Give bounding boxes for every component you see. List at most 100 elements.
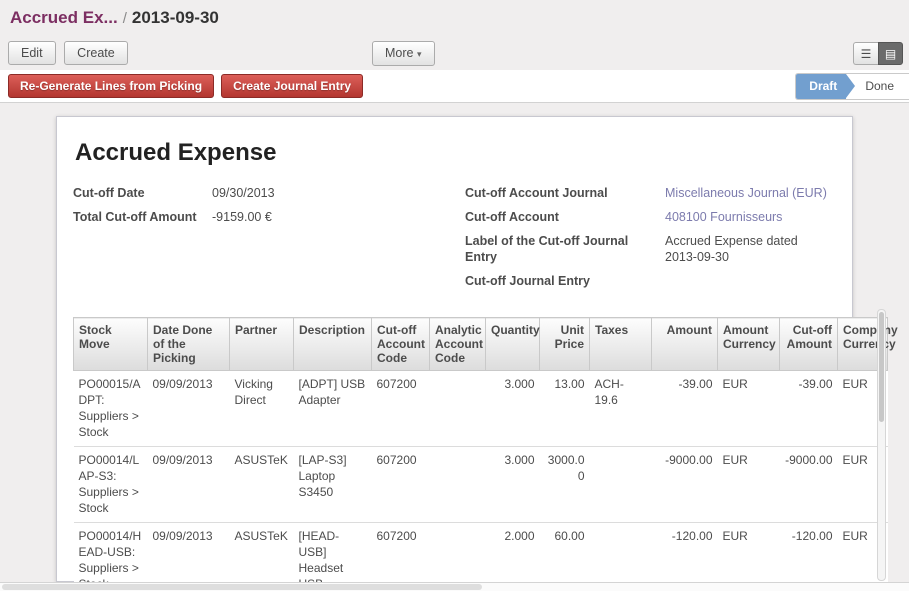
breadcrumb-parent-link[interactable]: Accrued Ex... [10, 8, 118, 27]
field-groups: Cut-off Date 09/30/2013 Total Cut-off Am… [73, 185, 836, 297]
table-cell: 09/09/2013 [148, 523, 230, 591]
table-cell [430, 523, 486, 591]
field-label: Label of the Cut-off Journal Entry [465, 233, 665, 265]
table-cell: [ADPT] USB Adapter [294, 371, 372, 447]
table-cell: EUR [718, 523, 780, 591]
table-cell: EUR [718, 371, 780, 447]
column-header[interactable]: Date Done of the Picking [148, 318, 230, 371]
column-header[interactable]: Amount [652, 318, 718, 371]
table-cell: PO00014/HEAD-USB: Suppliers > Stock [74, 523, 148, 591]
toolbar: Edit Create More ▾ ☰ ▤ [0, 36, 909, 70]
vertical-scrollbar-thumb[interactable] [879, 312, 884, 422]
table-row[interactable]: PO00014/LAP-S3: Suppliers > Stock09/09/2… [74, 447, 888, 523]
field-cutoff-account-journal: Cut-off Account Journal Miscellaneous Jo… [465, 185, 836, 201]
table-cell: 3.000 [486, 371, 540, 447]
table-cell [590, 447, 652, 523]
action-bar: Re-Generate Lines from Picking Create Jo… [0, 70, 909, 103]
journal-entry-label-value: Accrued Expense dated 2013-09-30 [665, 233, 815, 265]
regenerate-lines-button[interactable]: Re-Generate Lines from Picking [8, 74, 214, 98]
breadcrumb: Accrued Ex... / 2013-09-30 [0, 0, 909, 36]
table-cell: -120.00 [652, 523, 718, 591]
table-cell: -39.00 [652, 371, 718, 447]
column-header[interactable]: Cut-off Account Code [372, 318, 430, 371]
total-cutoff-amount-value: -9159.00 € [212, 209, 272, 225]
statusbar: Draft Done [795, 73, 909, 100]
table-cell: ASUSTeK [230, 447, 294, 523]
table-cell: -9000.00 [780, 447, 838, 523]
create-button[interactable]: Create [64, 41, 128, 65]
table-header-row: Stock MoveDate Done of the PickingPartne… [74, 318, 888, 371]
table-cell: 607200 [372, 447, 430, 523]
column-header[interactable]: Unit Price [540, 318, 590, 371]
table-cell: PO00015/ADPT: Suppliers > Stock [74, 371, 148, 447]
table-cell: -120.00 [780, 523, 838, 591]
table-row[interactable]: PO00014/HEAD-USB: Suppliers > Stock09/09… [74, 523, 888, 591]
field-cutoff-journal-entry: Cut-off Journal Entry [465, 273, 836, 289]
cutoff-account-link[interactable]: 408100 Fournisseurs [665, 209, 782, 225]
table-cell: -39.00 [780, 371, 838, 447]
column-header[interactable]: Partner [230, 318, 294, 371]
field-label: Cut-off Account [465, 209, 665, 225]
page-title: Accrued Expense [75, 139, 836, 167]
table-cell: 3000.00 [540, 447, 590, 523]
cutoff-account-journal-link[interactable]: Miscellaneous Journal (EUR) [665, 185, 827, 201]
table-cell: 60.00 [540, 523, 590, 591]
form-sheet: Accrued Expense Cut-off Date 09/30/2013 … [56, 116, 853, 582]
cutoff-date-value: 09/30/2013 [212, 185, 275, 201]
form-view-button[interactable]: ▤ [878, 42, 903, 65]
column-header[interactable]: Analytic Account Code [430, 318, 486, 371]
column-header[interactable]: Amount Currency [718, 318, 780, 371]
table-cell: ASUSTeK [230, 523, 294, 591]
table-row[interactable]: PO00015/ADPT: Suppliers > Stock09/09/201… [74, 371, 888, 447]
table-cell: 3.000 [486, 447, 540, 523]
column-header[interactable]: Taxes [590, 318, 652, 371]
field-label: Cut-off Account Journal [465, 185, 665, 201]
horizontal-scrollbar[interactable] [0, 582, 909, 591]
field-journal-entry-label: Label of the Cut-off Journal Entry Accru… [465, 233, 836, 265]
table-body: PO00015/ADPT: Suppliers > Stock 09/09/201… [74, 371, 888, 591]
table-cell [430, 447, 486, 523]
table-cell: 13.00 [540, 371, 590, 447]
column-header[interactable]: Quantity [486, 318, 540, 371]
right-field-group: Cut-off Account Journal Miscellaneous Jo… [465, 185, 836, 297]
list-view-icon: ☰ [861, 47, 872, 61]
status-draft: Draft [796, 74, 846, 99]
list-view-button[interactable]: ☰ [853, 42, 878, 65]
table-cell: 607200 [372, 371, 430, 447]
page: Accrued Ex... / 2013-09-30 Edit Create Mor… [0, 0, 909, 591]
column-header[interactable]: Stock Move [74, 318, 148, 371]
breadcrumb-current: 2013-09-30 [132, 8, 219, 27]
status-done-label: Done [865, 79, 894, 93]
horizontal-scrollbar-thumb[interactable] [2, 584, 482, 590]
more-button[interactable]: More ▾ [372, 41, 435, 66]
table-cell: [HEAD-USB] Headset USB [294, 523, 372, 591]
column-header[interactable]: Cut-off Amount [780, 318, 838, 371]
column-header[interactable]: Description [294, 318, 372, 371]
form-view-icon: ▤ [885, 47, 896, 61]
breadcrumb-separator: / [123, 10, 127, 27]
chevron-down-icon: ▾ [417, 49, 422, 59]
table-cell: EUR [718, 447, 780, 523]
table-cell [430, 371, 486, 447]
vertical-scrollbar[interactable] [877, 309, 886, 581]
table-cell: [LAP-S3] Laptop S3450 [294, 447, 372, 523]
status-draft-label: Draft [809, 79, 837, 93]
table-cell: -9000.00 [652, 447, 718, 523]
left-field-group: Cut-off Date 09/30/2013 Total Cut-off Am… [73, 185, 465, 297]
table-cell: Vicking Direct [230, 371, 294, 447]
field-cutoff-account: Cut-off Account 408100 Fournisseurs [465, 209, 836, 225]
edit-button[interactable]: Edit [8, 41, 56, 65]
table-cell: ACH-19.6 [590, 371, 652, 447]
field-label: Cut-off Date [73, 185, 212, 201]
table-cell: 2.000 [486, 523, 540, 591]
field-label: Total Cut-off Amount [73, 209, 212, 225]
field-total-cutoff-amount: Total Cut-off Amount -9159.00 € [73, 209, 465, 225]
create-journal-entry-button[interactable]: Create Journal Entry [221, 74, 363, 98]
more-label: More [385, 46, 413, 60]
table-cell: PO00014/LAP-S3: Suppliers > Stock [74, 447, 148, 523]
expense-lines-table: Stock MoveDate Done of the PickingPartne… [73, 317, 888, 591]
field-label: Cut-off Journal Entry [465, 273, 665, 289]
table-cell: 607200 [372, 523, 430, 591]
lines-table-container: Stock MoveDate Done of the PickingPartne… [73, 317, 887, 591]
field-cutoff-date: Cut-off Date 09/30/2013 [73, 185, 465, 201]
